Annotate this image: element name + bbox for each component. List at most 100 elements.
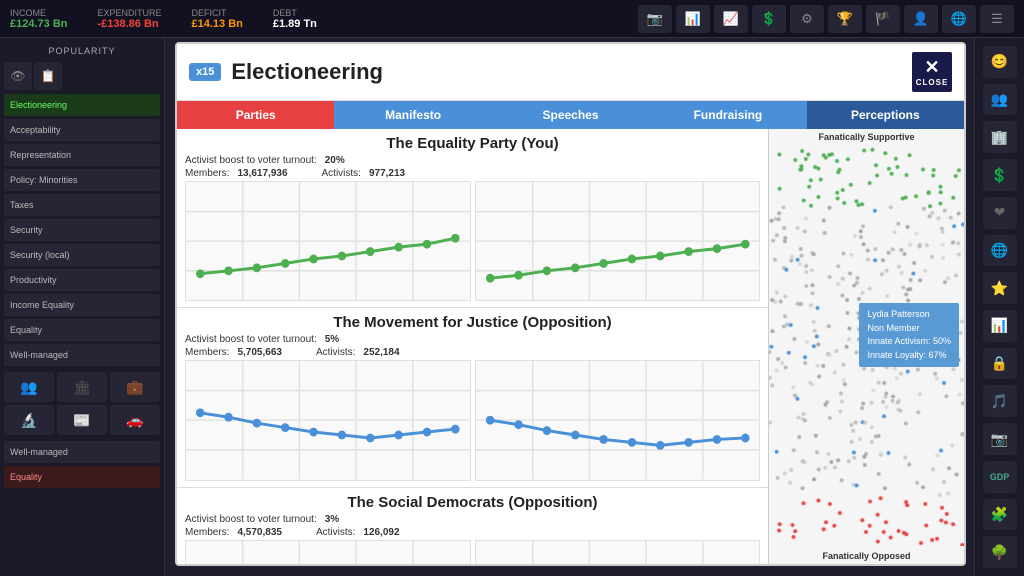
party-name-social-dems: The Social Democrats (Opposition) [185,494,760,511]
sidebar-cat-5[interactable]: 📰 [57,405,107,435]
sidebar-title: POPULARITY [4,46,160,56]
party-section-social-dems: The Social Democrats (Opposition) Activi… [177,488,768,564]
modal-title: Electioneering [231,59,383,85]
tooltip-loyalty: Innate Loyalty: 67% [867,349,951,363]
menu-icon[interactable]: ☰ [980,5,1014,33]
left-sidebar: POPULARITY 👁 📋 Electioneering Acceptabil… [0,38,165,576]
sidebar-item-security[interactable]: Security [4,219,160,241]
chart-members-equality [185,181,471,301]
modal-header: x15 Electioneering ✕ CLOSE [177,44,964,101]
tooltip-status: Non Member [867,322,951,336]
expenditure-stat: EXPENDITURE -£138.86 Bn [97,8,161,30]
voter-tooltip: Lydia Patterson Non Member Innate Activi… [859,303,959,367]
chart-activists-justice [475,360,761,480]
expenditure-label: EXPENDITURE [97,8,161,18]
tab-perceptions[interactable]: Perceptions [807,101,964,129]
sidebar-cat-2[interactable]: 🏛 [57,372,107,402]
close-icon: ✕ [924,57,939,78]
right-icon-gdp[interactable]: GDP [983,461,1017,493]
bar-chart-icon[interactable]: 📈 [714,5,748,33]
right-icon-face[interactable]: 😊 [983,46,1017,78]
chart-icon[interactable]: 📊 [676,5,710,33]
income-stat: INCOME £124.73 Bn [10,8,67,30]
globe-icon[interactable]: 🌐 [942,5,976,33]
party-charts-equality [185,181,760,301]
sidebar-item-well-managed-2[interactable]: Well-managed [4,441,160,463]
right-icon-tree[interactable]: 🌳 [983,536,1017,568]
tab-speeches[interactable]: Speeches [492,101,649,129]
modal-body: The Equality Party (You) Activist boost … [177,129,964,564]
sidebar-item-equality[interactable]: Equality [4,319,160,341]
right-panel: 😊 👥 🏢 💲 ❤ 🌐 ⭐ 📊 🔒 🎵 📷 GDP 🧩 🌳 [974,38,1024,576]
sidebar-item-income-equality[interactable]: Income Equality [4,294,160,316]
party-name-equality: The Equality Party (You) [185,135,760,152]
electioneering-modal: x15 Electioneering ✕ CLOSE Parties Manif… [175,42,966,566]
settings-icon[interactable]: ⚙ [790,5,824,33]
sidebar-item-acceptability[interactable]: Acceptability [4,119,160,141]
debt-label: DEBT [273,8,297,18]
income-value: £124.73 Bn [10,18,67,30]
party-stats-justice: Activist boost to voter turnout: 5% [185,334,760,345]
party-name-justice: The Movement for Justice (Opposition) [185,314,760,331]
party-charts-justice [185,360,760,480]
chart-activists-equality [475,181,761,301]
expenditure-value: -£138.86 Bn [97,18,158,30]
right-icon-lock[interactable]: 🔒 [983,348,1017,380]
modal-close-button[interactable]: ✕ CLOSE [912,52,952,92]
right-icon-dollar[interactable]: 💲 [983,159,1017,191]
chart-members-social-dems [185,540,471,564]
right-icon-heart[interactable]: ❤ [983,197,1017,229]
deficit-stat: DEFICIT £14.13 Bn [192,8,243,30]
tab-parties[interactable]: Parties [177,101,334,129]
right-icon-camera[interactable]: 📷 [983,423,1017,455]
right-icon-chart[interactable]: 📊 [983,310,1017,342]
trophy-icon[interactable]: 🏆 [828,5,862,33]
right-icon-people[interactable]: 👥 [983,84,1017,116]
party-members-justice: Members: 5,705,663 Activists: 252,184 [185,347,760,358]
tooltip-name: Lydia Patterson [867,308,951,322]
chart-activists-social-dems [475,540,761,564]
debt-stat: DEBT £1.89 Tn [273,8,317,30]
party-section-equality: The Equality Party (You) Activist boost … [177,129,768,308]
sidebar-item-productivity[interactable]: Productivity [4,269,160,291]
debt-value: £1.89 Tn [273,18,317,30]
party-charts-social-dems [185,540,760,564]
modal-badge: x15 [189,63,221,81]
top-icon-buttons: 📷 📊 📈 💲 ⚙ 🏆 🏴 👤 🌐 ☰ [638,5,1014,33]
viz-panel: Fanatically Supportive Lydia Patterson N… [769,129,964,564]
tooltip-activism: Innate Activism: 50% [867,335,951,349]
sidebar-cat-6[interactable]: 🚗 [110,405,160,435]
deficit-value: £14.13 Bn [192,18,243,30]
flag-icon[interactable]: 🏴 [866,5,900,33]
sidebar-cat-1[interactable]: 👥 [4,372,54,402]
sidebar-item-minorities[interactable]: Policy: Minorities [4,169,160,191]
right-icon-building[interactable]: 🏢 [983,121,1017,153]
person-icon[interactable]: 👤 [904,5,938,33]
party-members-social-dems: Members: 4,570,835 Activists: 126,092 [185,527,760,538]
dollar-icon[interactable]: 💲 [752,5,786,33]
modal-tabs: Parties Manifesto Speeches Fundraising P… [177,101,964,129]
right-icon-puzzle[interactable]: 🧩 [983,499,1017,531]
right-icon-star[interactable]: ⭐ [983,272,1017,304]
sidebar-cat-4[interactable]: 🔬 [4,405,54,435]
sidebar-cat-3[interactable]: 💼 [110,372,160,402]
right-icon-music[interactable]: 🎵 [983,385,1017,417]
party-stats-equality: Activist boost to voter turnout: 20% [185,155,760,166]
tab-fundraising[interactable]: Fundraising [649,101,806,129]
party-stats-social-dems: Activist boost to voter turnout: 3% [185,514,760,525]
sidebar-item-taxes[interactable]: Taxes [4,194,160,216]
camera-icon[interactable]: 📷 [638,5,672,33]
sidebar-item-equality-2[interactable]: Equality [4,466,160,488]
party-members-equality: Members: 13,617,936 Activists: 977,213 [185,168,760,179]
sidebar-icon-1[interactable]: 👁 [4,62,32,90]
sidebar-item-electioneering[interactable]: Electioneering [4,94,160,116]
sidebar-item-well-managed[interactable]: Well-managed [4,344,160,366]
viz-label-top: Fanatically Supportive [769,129,964,145]
close-label: CLOSE [916,78,949,87]
sidebar-item-representation[interactable]: Representation [4,144,160,166]
sidebar-icon-2[interactable]: 📋 [34,62,62,90]
sidebar-item-security-local[interactable]: Security (local) [4,244,160,266]
right-icon-globe[interactable]: 🌐 [983,235,1017,267]
tab-manifesto[interactable]: Manifesto [334,101,491,129]
parties-panel: The Equality Party (You) Activist boost … [177,129,769,564]
